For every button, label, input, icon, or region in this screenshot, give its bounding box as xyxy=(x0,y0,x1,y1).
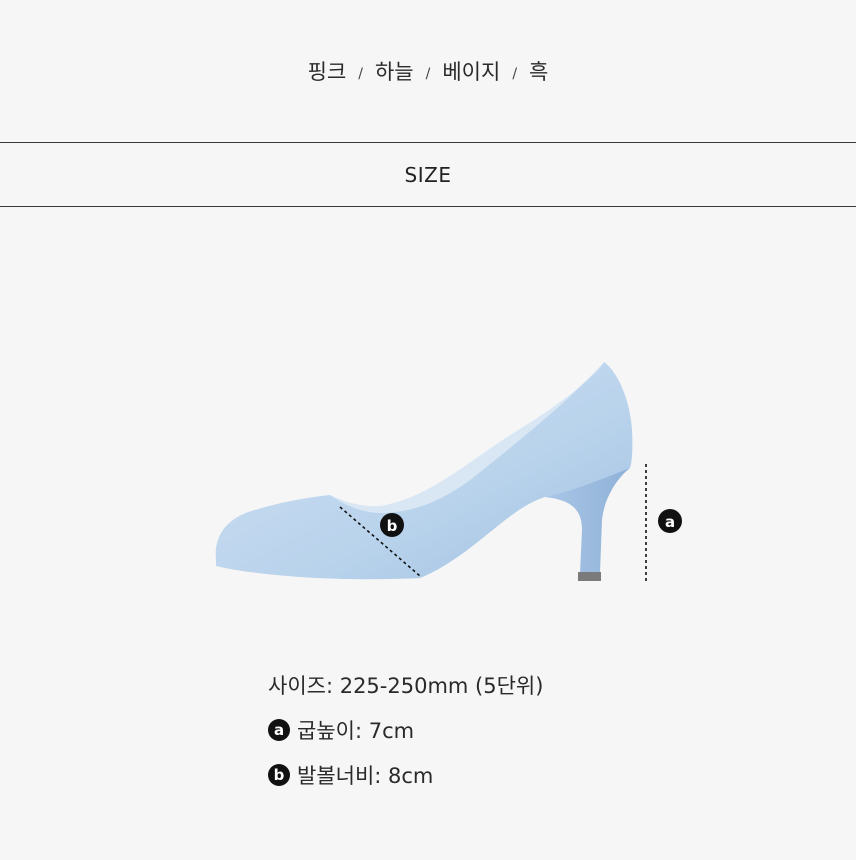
spec-ball-width: b 발볼너비: 8cm xyxy=(268,752,543,797)
spec-size-text: 사이즈: 225-250mm (5단위) xyxy=(268,673,544,698)
spec-list: 사이즈: 225-250mm (5단위) a 굽높이: 7cm b 발볼너비: … xyxy=(268,662,543,797)
spec-size: 사이즈: 225-250mm (5단위) xyxy=(268,662,543,707)
marker-b-badge: b xyxy=(268,763,290,786)
spec-heel-height-text: 굽높이: 7cm xyxy=(297,718,415,743)
marker-a-label: a xyxy=(665,513,675,531)
heel-tip xyxy=(578,572,601,581)
marker-b-label: b xyxy=(387,517,398,535)
marker-a-badge: a xyxy=(268,718,290,741)
spec-heel-height: a 굽높이: 7cm xyxy=(268,707,543,752)
spec-ball-width-text: 발볼너비: 8cm xyxy=(297,763,434,788)
